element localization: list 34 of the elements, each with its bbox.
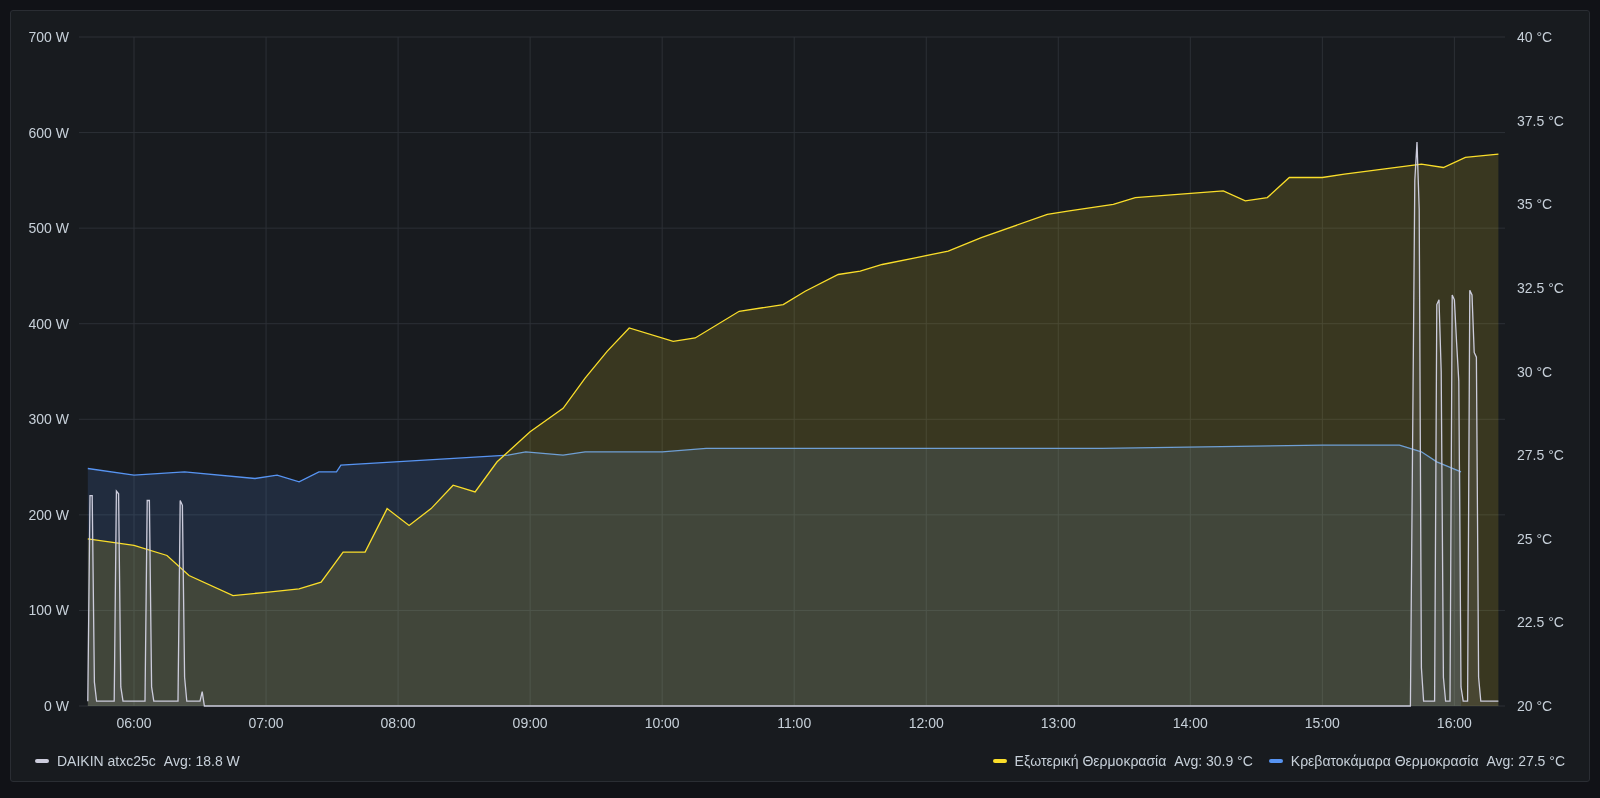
x-axis-label: 14:00	[1172, 715, 1208, 731]
legend-average: Avg: 30.9 °C	[1174, 753, 1253, 769]
y-axis-label: 32.5 °C	[1517, 279, 1564, 296]
y-axis-label: 200 W	[28, 506, 69, 523]
legend-label[interactable]: Εξωτερική Θερμοκρασία	[1014, 753, 1167, 769]
y-axis-label: 40 °C	[1517, 29, 1553, 45]
legend-average: Avg: 27.5 °C	[1486, 753, 1565, 769]
x-axis-label: 07:00	[248, 715, 284, 731]
y-axis-label: 300 W	[28, 411, 69, 428]
y-axis-label: 37.5 °C	[1517, 112, 1564, 129]
legend-label[interactable]: Κρεβατοκάμαρα Θερμοκρασία	[1290, 753, 1479, 769]
x-axis-label: 08:00	[380, 715, 416, 731]
x-axis-label: 09:00	[512, 715, 548, 731]
y-axis-label: 27.5 °C	[1517, 447, 1564, 464]
x-axis-label: 15:00	[1304, 715, 1340, 731]
x-axis-label: 10:00	[644, 715, 680, 731]
x-axis-label: 12:00	[908, 715, 944, 731]
x-axis-label: 16:00	[1436, 715, 1472, 731]
y-axis-label: 500 W	[28, 220, 69, 237]
x-axis-label: 11:00	[777, 715, 812, 731]
legend-label[interactable]: DAIKIN atxc25c	[57, 753, 156, 769]
x-axis-label: 06:00	[116, 715, 152, 731]
y-axis-label: 700 W	[28, 29, 69, 45]
y-axis-label: 35 °C	[1517, 196, 1553, 213]
y-axis-label: 30 °C	[1517, 363, 1553, 380]
x-axis-label: 13:00	[1040, 715, 1076, 731]
y-axis-label: 100 W	[28, 602, 69, 619]
y-axis-label: 25 °C	[1517, 530, 1553, 547]
y-axis-label: 0 W	[44, 698, 69, 714]
legend-average: Avg: 18.8 W	[163, 753, 240, 769]
y-axis-label: 400 W	[28, 315, 69, 332]
y-axis-label: 20 °C	[1517, 698, 1553, 714]
y-axis-label: 22.5 °C	[1517, 614, 1564, 631]
y-axis-label: 600 W	[28, 124, 69, 141]
